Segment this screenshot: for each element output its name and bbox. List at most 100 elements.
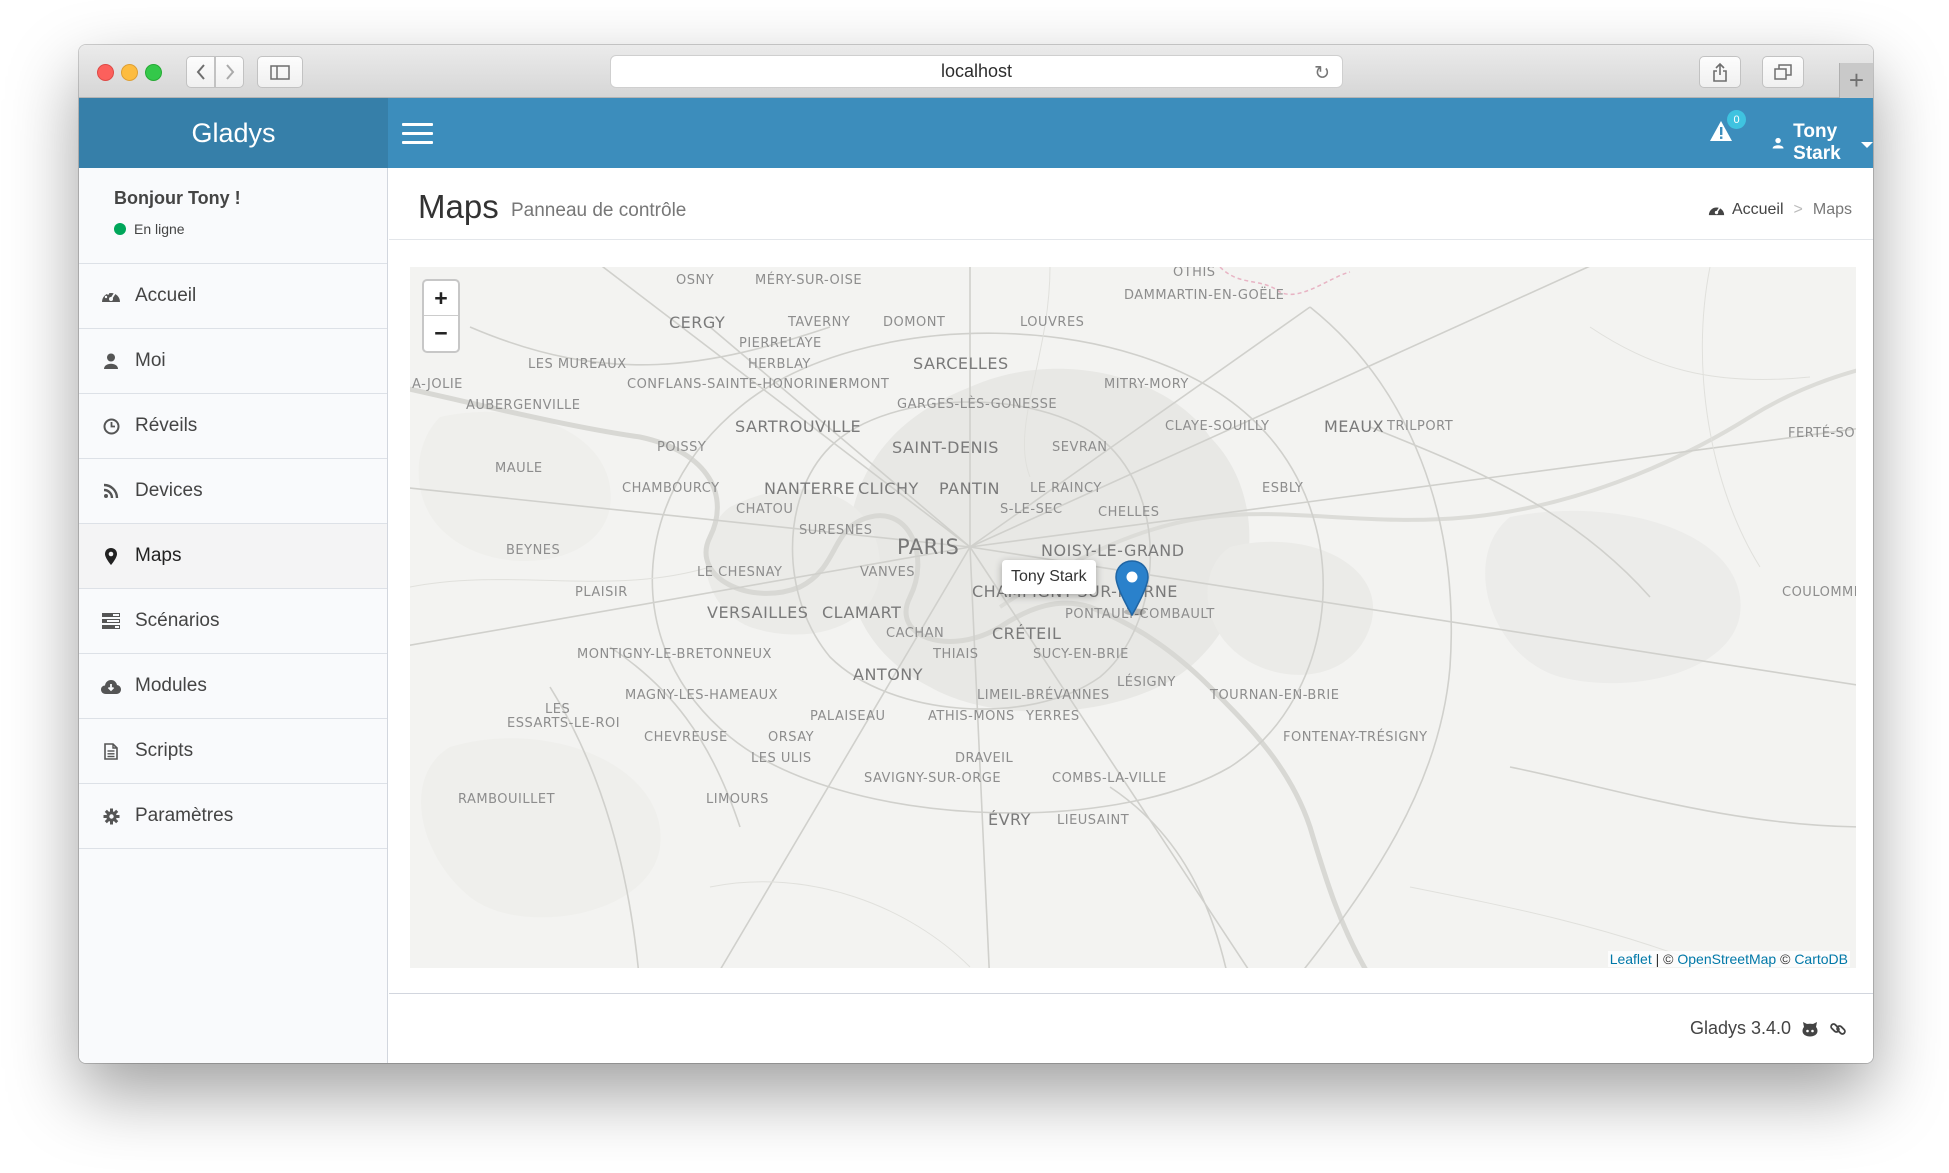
- zoom-out-button[interactable]: −: [424, 316, 458, 351]
- map-label: MAGNY-LES-HAMEAUX: [625, 688, 779, 703]
- map-label: DAMMARTIN-EN-GOËLE: [1124, 288, 1285, 303]
- map-label: SEVRAN: [1052, 440, 1108, 455]
- status-label: En ligne: [134, 221, 185, 237]
- zoom-window-button[interactable]: [145, 64, 162, 81]
- map-label: CHAMBOURCY: [622, 481, 720, 496]
- map-label: DRAVEIL: [955, 751, 1014, 766]
- sidebar-item-label: Réveils: [135, 415, 198, 436]
- minimize-window-button[interactable]: [121, 64, 138, 81]
- map-view[interactable]: OSNY MÉRY-SUR-OISE OTHIS DAMMARTIN-EN-GO…: [410, 267, 1856, 968]
- user-icon: [1772, 137, 1784, 149]
- menu-toggle-icon[interactable]: [402, 123, 433, 145]
- zoom-control: + −: [422, 279, 460, 353]
- notifications-badge: 0: [1727, 110, 1746, 129]
- map-label: COULOMMIERS: [1782, 585, 1856, 600]
- map-label: CLAMART: [822, 603, 902, 622]
- share-icon: [1713, 62, 1727, 82]
- address-bar[interactable]: localhost ↻: [610, 55, 1343, 88]
- breadcrumb: Accueil > Maps: [1708, 201, 1852, 219]
- map-label: A-JOLIE: [412, 377, 463, 392]
- notifications-button[interactable]: 0: [1709, 110, 1746, 148]
- map-marker-icon: [100, 545, 122, 567]
- tabs-overview-button[interactable]: [1762, 56, 1804, 88]
- map-label: LES MUREAUX: [528, 357, 627, 372]
- cartodb-link[interactable]: CartoDB: [1794, 951, 1848, 967]
- sidebar-item-parametres[interactable]: Paramètres: [79, 784, 387, 849]
- footer-info: Gladys 3.4.0: [1690, 1018, 1847, 1039]
- breadcrumb-current: Maps: [1812, 201, 1852, 218]
- openstreetmap-link[interactable]: OpenStreetMap: [1677, 951, 1776, 967]
- user-name: Tony Stark: [1793, 121, 1841, 164]
- app-logo[interactable]: Gladys: [79, 98, 388, 168]
- sidebar-item-modules[interactable]: Modules: [79, 654, 387, 719]
- map-label: POISSY: [657, 440, 707, 455]
- map-label: LE CHESNAY: [697, 565, 783, 580]
- map-attribution: Leaflet | © OpenStreetMap © CartoDB: [1607, 951, 1850, 967]
- reload-icon[interactable]: ↻: [1314, 62, 1330, 85]
- map-label: SARTROUVILLE: [735, 417, 862, 436]
- breadcrumb-separator: >: [1793, 201, 1803, 218]
- sidebar-item-label: Devices: [135, 480, 203, 501]
- map-label: FONTENAY-TRÉSIGNY: [1283, 730, 1428, 745]
- map-label: VERSAILLES: [707, 603, 809, 622]
- map-label: FERTÉ-SOU: [1788, 426, 1856, 441]
- sidebar-item-devices[interactable]: Devices: [79, 459, 387, 524]
- map-label: CERGY: [669, 313, 726, 332]
- map-label: MAULE: [495, 461, 543, 476]
- dashboard-icon: [100, 285, 122, 307]
- sidebar-item-label: Paramètres: [135, 805, 234, 826]
- map-label: CONFLANS-SAINTE-HONORINE: [627, 377, 838, 392]
- map-label: ANTONY: [853, 665, 924, 684]
- status-dot-icon: [114, 223, 126, 235]
- leaflet-link[interactable]: Leaflet: [1610, 951, 1652, 967]
- sidebar-item-scripts[interactable]: Scripts: [79, 719, 387, 784]
- map-label: ERMONT: [830, 377, 890, 392]
- breadcrumb-home-link[interactable]: Accueil: [1732, 201, 1784, 219]
- forward-button[interactable]: [215, 56, 244, 88]
- map-label: LIMEIL-BRÉVANNES: [977, 688, 1110, 703]
- share-button[interactable]: [1699, 56, 1741, 88]
- zoom-in-button[interactable]: +: [424, 281, 458, 316]
- map-label: LÉSIGNY: [1117, 675, 1176, 690]
- github-icon[interactable]: [1801, 1021, 1819, 1037]
- sidebar-item-maps[interactable]: Maps: [79, 524, 387, 589]
- file-text-icon: [100, 740, 122, 762]
- sidebar-toggle-button[interactable]: [257, 56, 303, 88]
- map-marker-icon[interactable]: [1113, 560, 1151, 616]
- map-label: TAVERNY: [788, 315, 851, 330]
- user-panel: Bonjour Tony ! En ligne: [79, 168, 387, 264]
- map-label: GARGES-LÈS-GONESSE: [897, 397, 1058, 412]
- page-title: Maps: [418, 188, 499, 225]
- greeting: Bonjour Tony !: [114, 188, 241, 208]
- map-label: PALAISEAU: [810, 709, 886, 724]
- map-label: ATHIS-MONS: [928, 709, 1015, 724]
- sidebar-item-moi[interactable]: Moi: [79, 329, 387, 394]
- back-button[interactable]: [186, 56, 215, 88]
- map-label: YERRES: [1026, 709, 1080, 724]
- map-label: CHATOU: [736, 502, 794, 517]
- url-text: localhost: [940, 61, 1013, 81]
- map-label: LOUVRES: [1020, 315, 1085, 330]
- sidebar-item-reveils[interactable]: Réveils: [79, 394, 387, 459]
- sidebar-item-scenarios[interactable]: Scénarios: [79, 589, 387, 654]
- rss-icon: [100, 480, 122, 502]
- map-label: PIERRELAYE: [739, 336, 822, 351]
- map-label: LES: [545, 702, 571, 717]
- map-label: LIMOURS: [706, 792, 769, 807]
- caret-down-icon: [1861, 141, 1873, 148]
- map-label: NANTERRE: [764, 479, 856, 498]
- clock-icon: [100, 415, 122, 437]
- top-navbar: 0 Tony Stark: [388, 98, 1873, 168]
- map-panel: OSNY MÉRY-SUR-OISE OTHIS DAMMARTIN-EN-GO…: [389, 240, 1873, 993]
- map-label: CRÉTEIL: [992, 624, 1062, 643]
- sidebar-item-label: Scripts: [135, 740, 194, 761]
- version-label: Gladys 3.4.0: [1689, 1018, 1791, 1038]
- new-tab-button[interactable]: +: [1839, 63, 1873, 98]
- sidebar-item-accueil[interactable]: Accueil: [79, 264, 387, 329]
- map-label: SAVIGNY-SUR-ORGE: [864, 771, 1002, 786]
- close-window-button[interactable]: [97, 64, 114, 81]
- link-icon[interactable]: [1829, 1020, 1847, 1038]
- sidebar-item-label: Maps: [135, 545, 182, 566]
- map-label: DOMONT: [883, 315, 946, 330]
- user-menu[interactable]: Tony Stark: [1772, 121, 1873, 165]
